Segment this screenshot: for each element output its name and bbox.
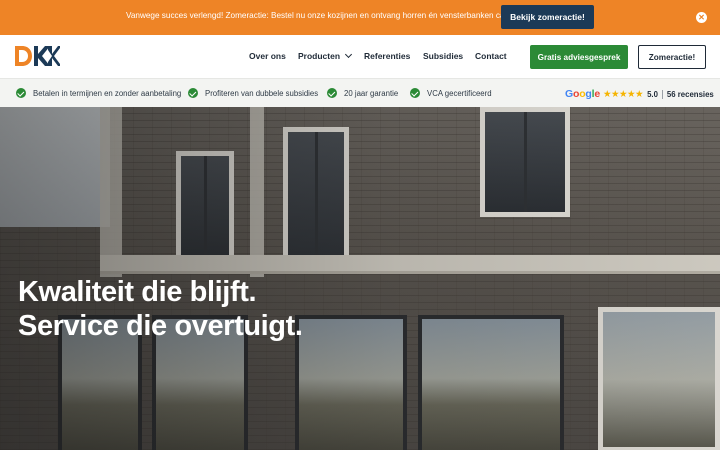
check-icon [188, 88, 198, 98]
hero-section: Kwaliteit die blijft. Service die overtu… [0, 107, 720, 450]
nav-producten[interactable]: Producten [298, 50, 353, 61]
close-icon[interactable]: ✕ [696, 12, 707, 23]
review-count: 56 recensies [666, 89, 714, 99]
site-header: Over ons Producten Referenties Subsidies… [0, 35, 720, 78]
google-logo: Google [565, 88, 600, 100]
promo-button[interactable]: Bekijk zomeractie! [501, 5, 594, 29]
usp-label: VCA gecertificeerd [427, 88, 492, 98]
google-rating[interactable]: Google ★★★★★ 5.0 56 recensies [565, 88, 714, 100]
usp-item: 20 jaar garantie [327, 88, 398, 98]
usp-bar: Betalen in termijnen en zonder aanbetali… [0, 78, 720, 107]
logo[interactable] [14, 45, 60, 67]
usp-label: Betalen in termijnen en zonder aanbetali… [33, 88, 182, 98]
nav-contact[interactable]: Contact [475, 51, 507, 61]
nav-producten-label: Producten [298, 51, 341, 61]
hero-headline-line2: Service die overtuigt. [18, 310, 303, 342]
promo-bar: Vanwege succes verlengd! Zomeractie: Bes… [0, 0, 720, 35]
usp-item: VCA gecertificeerd [410, 88, 492, 98]
hero-headline: Kwaliteit die blijft. Service die overtu… [18, 275, 303, 343]
usp-item: Profiteren van dubbele subsidies [188, 88, 318, 98]
promo-text: Vanwege succes verlengd! Zomeractie: Bes… [126, 11, 526, 20]
check-icon [327, 88, 337, 98]
advice-button[interactable]: Gratis adviesgesprek [530, 45, 628, 69]
summer-action-button[interactable]: Zomeractie! [638, 45, 706, 69]
nav-subsidies[interactable]: Subsidies [423, 51, 463, 61]
check-icon [16, 88, 26, 98]
check-icon [410, 88, 420, 98]
usp-label: Profiteren van dubbele subsidies [205, 88, 319, 98]
usp-item: Betalen in termijnen en zonder aanbetali… [16, 88, 181, 98]
nav-referenties[interactable]: Referenties [364, 51, 410, 61]
nav-over-ons[interactable]: Over ons [249, 51, 286, 61]
rating-score: 5.0 [647, 89, 658, 99]
usp-label: 20 jaar garantie [344, 88, 399, 98]
chevron-down-icon [344, 50, 353, 59]
star-rating-icon: ★★★★★ [602, 88, 644, 100]
hero-headline-line1: Kwaliteit die blijft. [18, 276, 257, 308]
divider [661, 89, 663, 99]
